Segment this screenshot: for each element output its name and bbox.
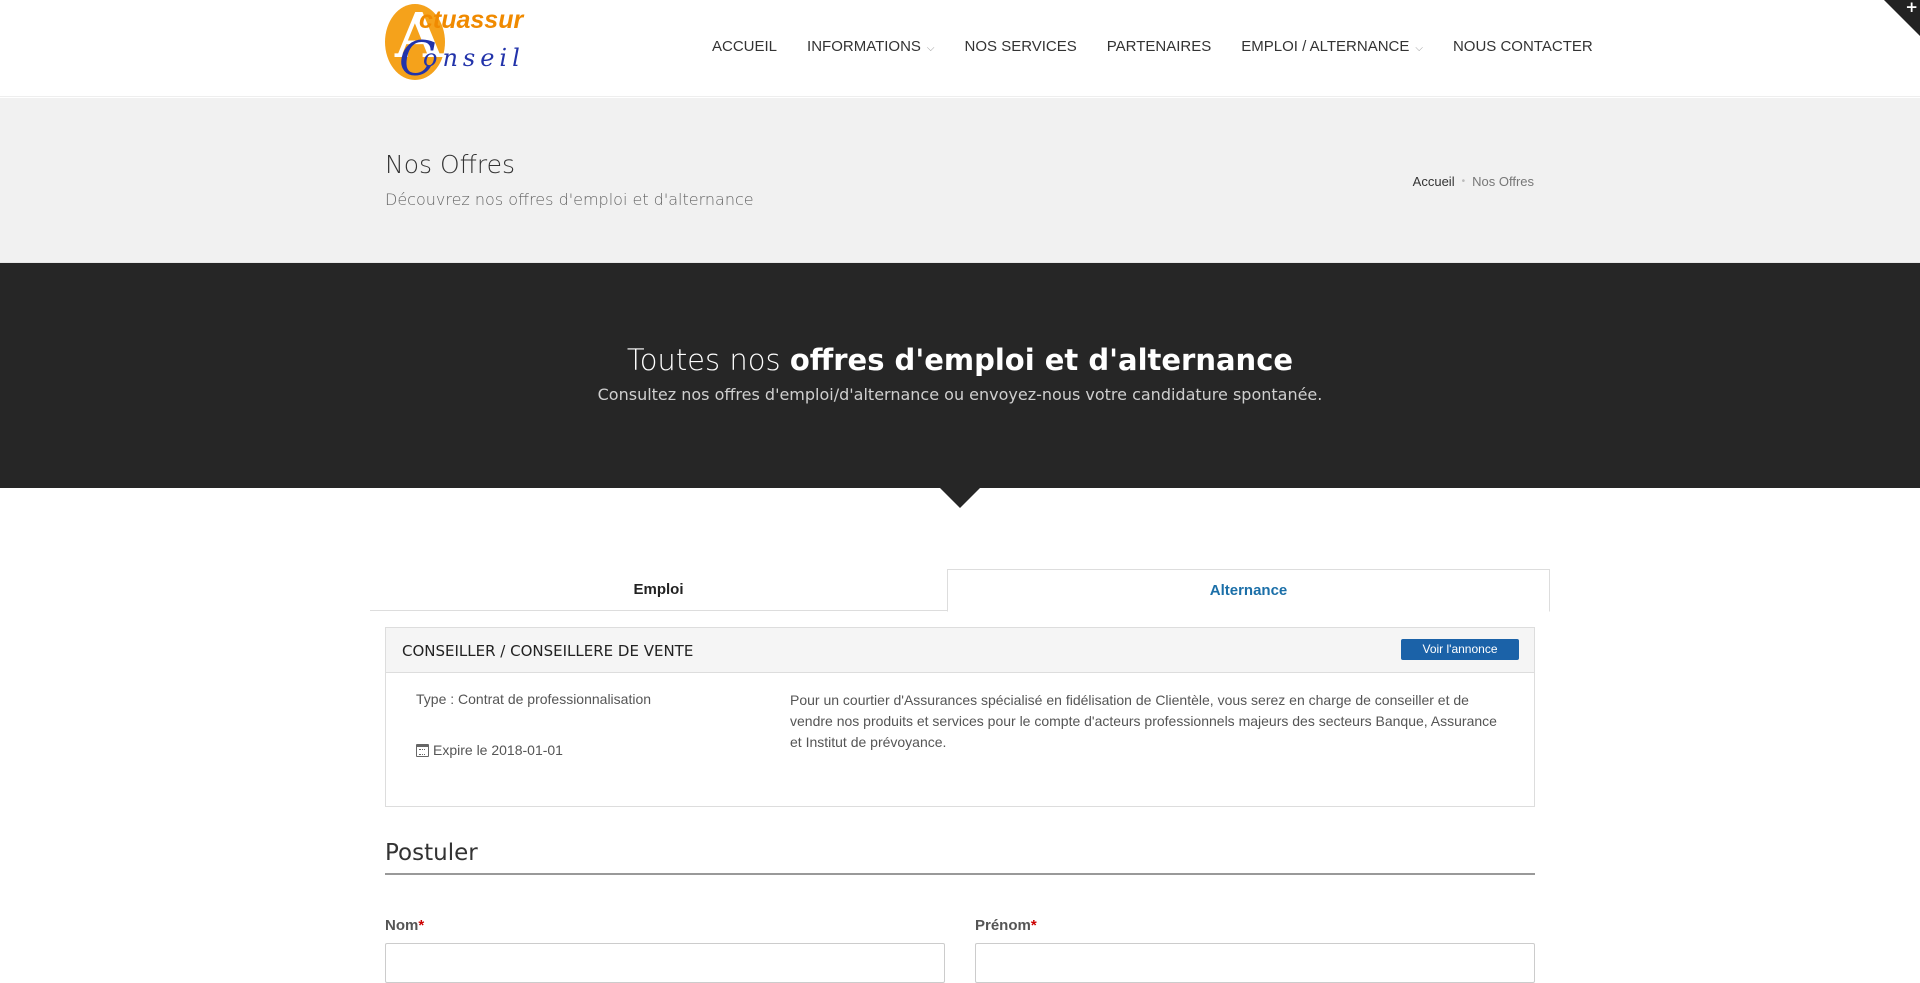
required-mark: * — [418, 917, 425, 934]
apply-section-header: Postuler — [385, 840, 1535, 875]
breadcrumb-separator: • — [1461, 176, 1466, 187]
chevron-down-icon: ⌵ — [926, 43, 935, 54]
hero-arrow — [940, 488, 980, 508]
nav-label: NOUS CONTACTER — [1452, 38, 1593, 55]
logo-bottom-text: onseil — [423, 44, 525, 72]
job-offer-header: CONSEILLER / CONSEILLERE DE VENTE Voir l… — [386, 628, 1534, 673]
chevron-down-icon: ⌵ — [1415, 43, 1423, 54]
breadcrumb-home-link[interactable]: Accueil — [1413, 174, 1455, 189]
calendar-icon — [416, 743, 429, 757]
hero-title-normal: Toutes nos — [626, 343, 790, 377]
apply-title: Postuler — [385, 840, 478, 866]
site-header: A ctuassur C onseil ACCUEIL INFORMATIONS… — [0, 0, 1920, 97]
nav-item-emploi-alternance[interactable]: EMPLOI / ALTERNANCE ⌵ — [1241, 38, 1423, 55]
nom-label-text: Nom — [385, 917, 419, 934]
offer-tabs: Emploi Alternance — [370, 569, 1550, 612]
job-offer-expiry-text: Expire le 2018-01-01 — [433, 742, 563, 758]
job-offer-description: Pour un courtier d'Assurances spécialisé… — [790, 692, 1497, 750]
nom-input[interactable] — [385, 943, 945, 983]
view-offer-button[interactable]: Voir l'annonce — [1401, 639, 1519, 660]
tab-alternance[interactable]: Alternance — [947, 569, 1550, 612]
job-offer-title: CONSEILLER / CONSEILLERE DE VENTE — [402, 642, 694, 660]
tab-emploi[interactable]: Emploi — [370, 569, 947, 611]
nav-label: PARTENAIRES — [1106, 38, 1212, 55]
nav-item-partenaires[interactable]: PARTENAIRES — [1107, 38, 1211, 55]
hero-title: Toutes nos offres d'emploi et d'alternan… — [0, 343, 1920, 377]
nav-item-accueil[interactable]: ACCUEIL — [712, 38, 777, 55]
main-nav: ACCUEIL INFORMATIONS ⌵ NOS SERVICES PARTE… — [712, 38, 1623, 55]
prenom-input[interactable] — [975, 943, 1535, 983]
nav-label: INFORMATIONS — [807, 38, 921, 55]
nav-item-nos-services[interactable]: NOS SERVICES — [965, 38, 1077, 55]
hero-title-bold: offres d'emploi et d'alternance — [789, 343, 1294, 377]
page-subtitle: Découvrez nos offres d'emploi et d'alter… — [385, 190, 754, 209]
job-offer-expiry: Expire le 2018-01-01 — [416, 742, 563, 758]
plus-icon[interactable]: + — [1905, 0, 1918, 16]
nav-item-nous-contacter[interactable]: NOUS CONTACTER — [1453, 38, 1593, 55]
nav-label: EMPLOI / ALTERNANCE — [1241, 38, 1410, 55]
hero-subtitle: Consultez nos offres d'emploi/d'alternan… — [597, 385, 1323, 404]
job-offer-card: CONSEILLER / CONSEILLERE DE VENTE Voir l… — [385, 627, 1535, 807]
hero-section: Toutes nos offres d'emploi et d'alternan… — [0, 263, 1920, 488]
required-mark: * — [1030, 917, 1037, 934]
nav-item-informations[interactable]: INFORMATIONS ⌵ — [807, 38, 934, 55]
breadcrumb-current: Nos Offres — [1472, 174, 1534, 189]
page-title: Nos Offres — [385, 150, 516, 179]
prenom-label-text: Prénom — [975, 917, 1031, 934]
nom-label: Nom* — [385, 917, 424, 934]
breadcrumb: Accueil • Nos Offres — [1413, 174, 1534, 189]
prenom-label: Prénom* — [975, 917, 1037, 934]
job-offer-type: Type : Contrat de professionnalisation — [416, 691, 652, 707]
page-title-band: Nos Offres Découvrez nos offres d'emploi… — [0, 98, 1920, 263]
nav-label: ACCUEIL — [712, 38, 778, 55]
nav-label: NOS SERVICES — [964, 38, 1077, 55]
site-logo[interactable]: A ctuassur C onseil — [385, 0, 535, 84]
